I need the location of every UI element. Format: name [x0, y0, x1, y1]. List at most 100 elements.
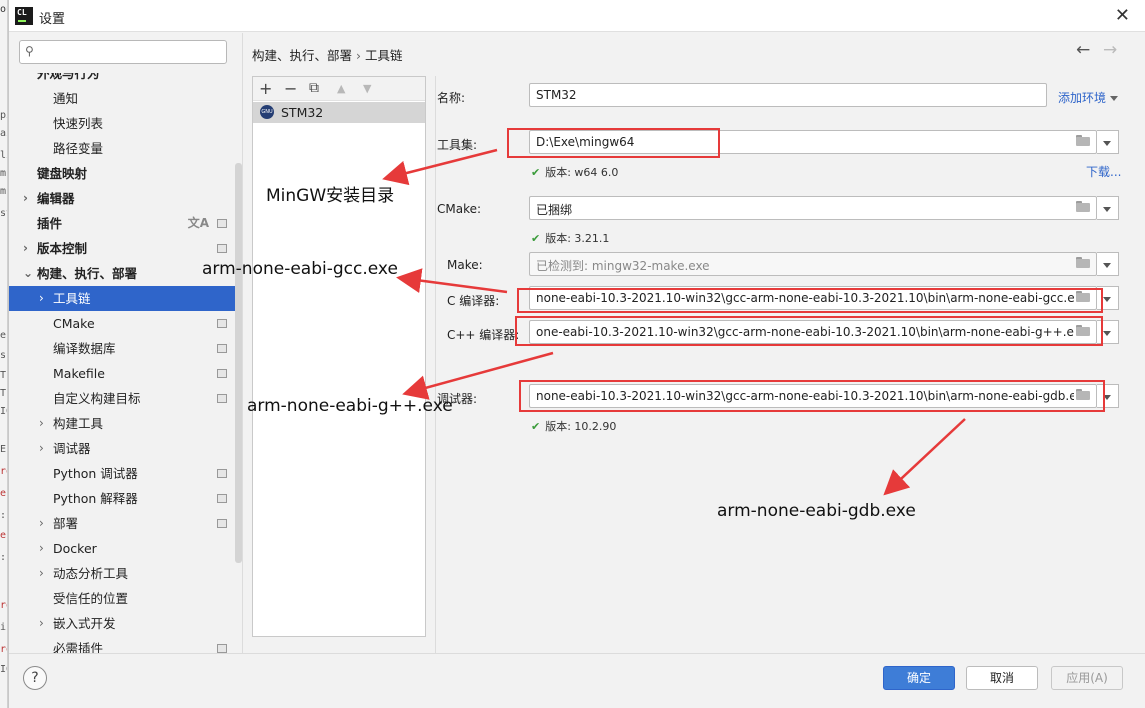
help-button[interactable]: ?: [23, 666, 47, 690]
chevron-right-icon[interactable]: ›: [39, 611, 44, 636]
sidebar-item[interactable]: Python 调试器: [9, 461, 235, 486]
cmake-input[interactable]: 已捆绑: [529, 196, 1097, 220]
sidebar-item-label: 必需插件: [53, 641, 104, 653]
sidebar-item[interactable]: CMake: [9, 311, 235, 336]
app-icon: CL: [15, 7, 33, 25]
breadcrumb-parent[interactable]: 构建、执行、部署: [252, 48, 352, 63]
folder-icon[interactable]: [1076, 257, 1090, 268]
name-input[interactable]: STM32: [529, 83, 1047, 107]
check-icon: ✔: [531, 420, 541, 433]
cmake-version: ✔ 版本: 3.21.1: [531, 232, 610, 245]
sidebar-item[interactable]: 键盘映射: [9, 161, 235, 186]
chevron-right-icon[interactable]: ›: [39, 411, 44, 436]
sidebar-item-label: 快速列表: [53, 116, 104, 131]
close-icon[interactable]: ✕: [1115, 5, 1130, 26]
cmake-label: CMake:: [437, 202, 482, 216]
annotation-mingw: MinGW安装目录: [266, 186, 395, 206]
sidebar-item[interactable]: › 动态分析工具: [9, 561, 235, 586]
forward-arrow-icon[interactable]: →: [1103, 40, 1117, 60]
debugger-version: ✔ 版本: 10.2.90: [531, 420, 617, 433]
sidebar-item-label: Makefile: [53, 366, 105, 381]
chevron-right-icon[interactable]: ›: [23, 186, 28, 211]
chevron-right-icon[interactable]: ›: [23, 236, 28, 261]
sidebar-item[interactable]: › 调试器: [9, 436, 235, 461]
sidebar-item-label: Python 解释器: [53, 491, 138, 506]
sidebar-item[interactable]: 插件 文A: [9, 211, 235, 236]
chevron-right-icon[interactable]: ›: [39, 511, 44, 536]
make-label: Make:: [447, 258, 483, 272]
folder-icon[interactable]: [1076, 135, 1090, 146]
annotation-gdb: arm-none-eabi-gdb.exe: [717, 501, 916, 521]
sidebar-item[interactable]: 快速列表: [9, 111, 235, 136]
move-up-button[interactable]: ▲: [337, 82, 345, 95]
add-toolchain-button[interactable]: +: [259, 79, 272, 98]
arrow-to-gdb-label: [883, 418, 966, 496]
make-input[interactable]: 已检测到: mingw32-make.exe: [529, 252, 1097, 276]
sidebar-item[interactable]: › 版本控制: [9, 236, 235, 261]
settings-nav-tree: 外观与行为 通知 快速列表 路径变量 键盘映射 › 编辑器 插件 文A › 版本控制 ⌄ 构建、执行、部…: [9, 73, 235, 653]
sidebar-item-label: 动态分析工具: [53, 566, 129, 581]
sidebar-item[interactable]: › Docker: [9, 536, 235, 561]
search-icon: ⚲: [25, 44, 34, 58]
sidebar-item[interactable]: 通知: [9, 86, 235, 111]
sidebar-item[interactable]: 外观与行为: [9, 73, 235, 86]
sidebar-item[interactable]: Makefile: [9, 361, 235, 386]
toolchain-name: STM32: [281, 105, 324, 120]
copy-toolchain-button[interactable]: ⧉: [309, 80, 319, 96]
c-compiler-highlight-box: [517, 288, 1103, 313]
chevron-down-icon[interactable]: ⌄: [23, 261, 33, 286]
annotation-gcc: arm-none-eabi-gcc.exe: [202, 259, 398, 279]
sidebar-item[interactable]: › 部署: [9, 511, 235, 536]
sidebar-item-label: 编辑器: [37, 191, 75, 206]
remove-toolchain-button[interactable]: −: [284, 79, 297, 98]
toolset-dropdown[interactable]: [1097, 130, 1119, 154]
cpp-compiler-highlight-box: [515, 316, 1103, 346]
sidebar-item-label: 自定义构建目标: [53, 391, 141, 406]
translate-icon: 文A: [187, 216, 209, 230]
toolchain-item-stm32[interactable]: GNU STM32: [253, 102, 425, 123]
project-level-icon: [217, 319, 227, 328]
settings-dialog: CL 设置 ✕ ⚲ 外观与行为 通知 快速列表 路径变量 键盘映射 › 编辑器 插件 文A › 版本…: [8, 0, 1145, 708]
sidebar-item-label: 路径变量: [53, 141, 104, 156]
sidebar-item[interactable]: 路径变量: [9, 136, 235, 161]
chevron-right-icon[interactable]: ›: [39, 536, 44, 561]
folder-icon[interactable]: [1076, 201, 1090, 212]
sidebar-item[interactable]: › 嵌入式开发: [9, 611, 235, 636]
sidebar-item[interactable]: Python 解释器: [9, 486, 235, 511]
sidebar-item-label: 嵌入式开发: [53, 616, 116, 631]
sidebar-item-label: 构建工具: [53, 416, 104, 431]
sidebar-item[interactable]: 自定义构建目标: [9, 386, 235, 411]
panel-divider: [435, 76, 436, 653]
make-dropdown[interactable]: [1097, 252, 1119, 276]
cancel-button[interactable]: 取消: [966, 666, 1038, 690]
back-arrow-icon[interactable]: ←: [1076, 40, 1090, 60]
move-down-button[interactable]: ▼: [363, 82, 371, 95]
settings-search-input[interactable]: ⚲: [19, 40, 227, 64]
chevron-right-icon[interactable]: ›: [39, 436, 44, 461]
sidebar-item-label: 键盘映射: [37, 166, 88, 181]
sidebar-item[interactable]: 受信任的位置: [9, 586, 235, 611]
download-link[interactable]: 下载...: [1086, 163, 1121, 180]
apply-button[interactable]: 应用(A): [1051, 666, 1123, 690]
project-level-icon: [217, 644, 227, 653]
form-scrollbar[interactable]: [1133, 76, 1143, 653]
sidebar-item-label: 部署: [53, 516, 79, 531]
sidebar-item[interactable]: 必需插件: [9, 636, 235, 653]
cpp-compiler-label: C++ 编译器:: [447, 328, 520, 342]
sidebar-item-label: 调试器: [53, 441, 91, 456]
chevron-right-icon[interactable]: ›: [39, 561, 44, 586]
toolset-highlight-box: [507, 128, 720, 158]
sidebar-item-label: 编译数据库: [53, 341, 116, 356]
sidebar-item[interactable]: › 编辑器: [9, 186, 235, 211]
toolchain-list-panel: + − ⧉ ▲ ▼ GNU STM32: [252, 76, 426, 637]
ok-button[interactable]: 确定: [883, 666, 955, 690]
chevron-right-icon[interactable]: ›: [39, 286, 44, 311]
cmake-dropdown[interactable]: [1097, 196, 1119, 220]
sidebar-scrollbar[interactable]: [235, 163, 242, 563]
sidebar-item-label: Python 调试器: [53, 466, 138, 481]
sidebar-item[interactable]: › 工具链: [9, 286, 235, 311]
add-environment-link[interactable]: 添加环境: [1058, 89, 1119, 106]
sidebar-item[interactable]: › 构建工具: [9, 411, 235, 436]
sidebar-item[interactable]: 编译数据库: [9, 336, 235, 361]
sidebar-item-label: 通知: [53, 91, 79, 106]
